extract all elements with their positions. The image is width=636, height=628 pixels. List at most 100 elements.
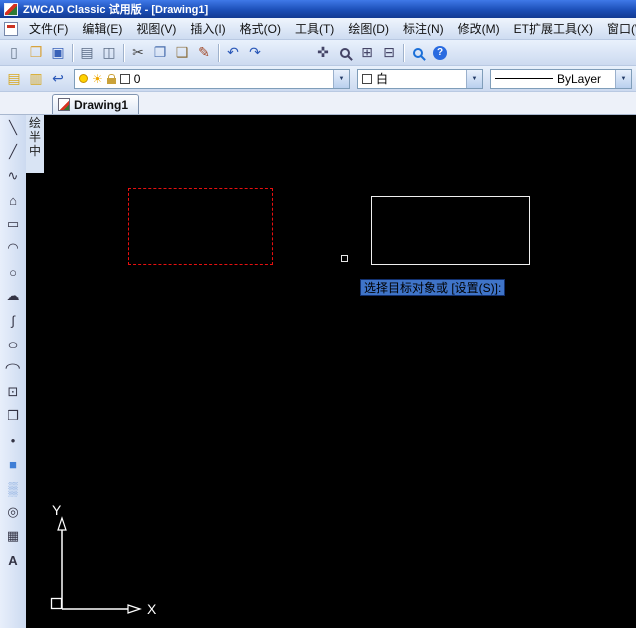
layer-states-button[interactable]: ▥ — [25, 68, 47, 90]
help-icon: ? — [433, 45, 447, 60]
toolbar-separator — [218, 43, 219, 62]
title-bar[interactable]: ZWCAD Classic 试用版 - [Drawing1] — [0, 0, 636, 18]
open-file-button[interactable]: ❒ — [25, 42, 47, 64]
tab-drawing1[interactable]: Drawing1 — [52, 94, 140, 114]
redo-icon: ↷ — [249, 44, 261, 60]
circle-icon: ○ — [9, 264, 17, 280]
undo-button[interactable]: ↶ — [222, 42, 244, 64]
find-button[interactable] — [407, 42, 429, 64]
zoom-window-icon: ⊞ — [361, 44, 373, 60]
zwcad-window: ZWCAD Classic 试用版 - [Drawing1] 文件(F) 编辑(… — [0, 0, 636, 628]
paste-button[interactable]: ❑ — [171, 42, 193, 64]
menu-format[interactable]: 格式(O) — [233, 18, 288, 39]
gradient-icon: ▒ — [8, 480, 18, 496]
zoom-window-button[interactable]: ⊞ — [356, 42, 378, 64]
line-button[interactable]: ╲ — [3, 118, 23, 138]
layer-properties-button[interactable]: ▤ — [3, 68, 25, 90]
dwg-file-icon — [58, 98, 70, 111]
hatch-icon: ■ — [9, 456, 17, 472]
ucs-icon: Y X — [50, 502, 157, 617]
drawing-file-icon[interactable] — [4, 21, 18, 36]
zoom-realtime-button[interactable] — [334, 42, 356, 64]
construction-line-button[interactable]: ╱ — [3, 142, 23, 162]
print-icon: ▤ — [80, 44, 94, 60]
arc-button[interactable]: ◠ — [3, 238, 23, 258]
make-block-icon: ❒ — [7, 408, 19, 423]
color-dropdown[interactable]: 白 ▼ — [357, 68, 483, 89]
undo-icon: ↶ — [227, 44, 239, 60]
menu-insert[interactable]: 插入(I) — [183, 18, 232, 39]
current-layer-name: 0 — [133, 71, 141, 86]
menu-modify[interactable]: 修改(M) — [451, 18, 507, 39]
layer-states-icon: ▥ — [29, 70, 43, 86]
selected-source-rectangle[interactable] — [128, 188, 273, 265]
cut-icon: ✂ — [132, 44, 144, 60]
mtext-button[interactable]: A — [3, 550, 23, 570]
copy-button[interactable]: ❐ — [149, 42, 171, 64]
dock-label-char: 绘 — [28, 116, 41, 130]
copy-icon: ❐ — [153, 44, 167, 60]
ellipse-arc-button[interactable]: ◠ — [3, 358, 23, 378]
polygon-button[interactable]: ⌂ — [3, 190, 23, 210]
menu-window[interactable]: 窗口(W) — [600, 18, 636, 39]
print-preview-button[interactable]: ◫ — [98, 42, 120, 64]
gradient-button[interactable]: ▒ — [3, 478, 23, 498]
polyline-icon: ∿ — [7, 168, 19, 183]
window-title: ZWCAD Classic 试用版 - [Drawing1] — [23, 4, 209, 16]
point-button[interactable]: • — [3, 430, 23, 450]
menu-draw[interactable]: 绘图(D) — [341, 18, 396, 39]
help-button[interactable]: ? — [429, 42, 451, 64]
print-preview-icon: ◫ — [102, 44, 116, 60]
save-file-button[interactable]: ▣ — [47, 42, 69, 64]
ucs-y-label: Y — [52, 502, 62, 518]
zwcad-logo-icon — [4, 2, 18, 16]
drawing-canvas[interactable]: 绘 半 中 选择目标对象或 [设置(S)]: Y X — [26, 115, 636, 628]
zoom-previous-button[interactable]: ⊟ — [378, 42, 400, 64]
draw-toolbar: ╲ ╱ ∿ ⌂ ▭ ◠ ○ ☁ ∫ ○ ◠ ⊡ ❒ • ■ ▒ ◎ ▦ A — [0, 115, 26, 628]
menu-dimension[interactable]: 标注(N) — [396, 18, 451, 39]
region-button[interactable]: ◎ — [3, 502, 23, 522]
cut-button[interactable]: ✂ — [127, 42, 149, 64]
menu-et-tools[interactable]: ET扩展工具(X) — [507, 18, 600, 39]
current-color-name: 白 — [376, 72, 389, 86]
polyline-button[interactable]: ∿ — [3, 166, 23, 186]
pan-button[interactable]: ✜ — [312, 42, 334, 64]
zoom-realtime-icon — [340, 47, 350, 58]
rectangle-icon: ▭ — [6, 216, 20, 231]
menu-bar: 文件(F) 编辑(E) 视图(V) 插入(I) 格式(O) 工具(T) 绘图(D… — [0, 18, 636, 40]
polygon-icon: ⌂ — [9, 192, 17, 208]
main-area: ╲ ╱ ∿ ⌂ ▭ ◠ ○ ☁ ∫ ○ ◠ ⊡ ❒ • ■ ▒ ◎ ▦ A 绘 … — [0, 115, 636, 628]
color-dropdown-arrow-icon[interactable]: ▼ — [466, 69, 482, 88]
target-rectangle[interactable] — [371, 196, 530, 265]
toolbar-separator — [403, 43, 404, 62]
table-button[interactable]: ▦ — [3, 526, 23, 546]
docked-toolbar-stub[interactable]: 绘 半 中 — [26, 115, 44, 173]
ellipse-button[interactable]: ○ — [3, 334, 23, 354]
spline-button[interactable]: ∫ — [3, 310, 23, 330]
hatch-button[interactable]: ■ — [3, 454, 23, 474]
layer-dropdown-arrow-icon[interactable]: ▼ — [333, 69, 349, 88]
linetype-dropdown[interactable]: ByLayer ▼ — [490, 68, 632, 89]
menu-edit[interactable]: 编辑(E) — [75, 18, 129, 39]
menu-file[interactable]: 文件(F) — [22, 18, 75, 39]
make-block-button[interactable]: ❒ — [3, 406, 23, 426]
redo-button[interactable]: ↷ — [244, 42, 266, 64]
insert-block-button[interactable]: ⊡ — [3, 382, 23, 402]
region-icon: ◎ — [7, 504, 19, 519]
menu-view[interactable]: 视图(V) — [129, 18, 183, 39]
construction-line-icon: ╱ — [9, 144, 17, 159]
menu-tools[interactable]: 工具(T) — [288, 18, 341, 39]
layer-dropdown[interactable]: ☀ 0 ▼ — [74, 68, 350, 89]
new-file-button[interactable]: ▯ — [3, 42, 25, 64]
match-properties-icon: ✎ — [198, 44, 210, 60]
print-button[interactable]: ▤ — [76, 42, 98, 64]
circle-button[interactable]: ○ — [3, 262, 23, 282]
layer-properties-icon: ▤ — [7, 70, 21, 86]
match-properties-button[interactable]: ✎ — [193, 42, 215, 64]
rectangle-button[interactable]: ▭ — [3, 214, 23, 234]
revision-cloud-button[interactable]: ☁ — [3, 286, 23, 306]
linetype-dropdown-arrow-icon[interactable]: ▼ — [615, 69, 631, 88]
ellipse-arc-icon: ◠ — [4, 360, 22, 375]
layer-previous-button[interactable]: ↩ — [47, 68, 69, 90]
toolbar-spacer — [266, 52, 312, 53]
